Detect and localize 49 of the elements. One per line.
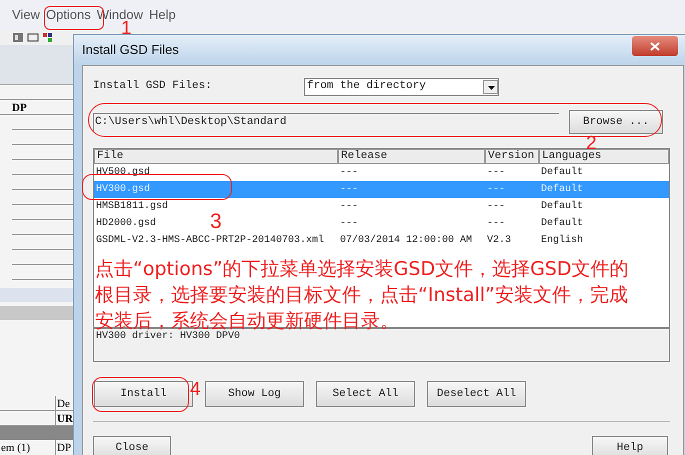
column-header: De	[55, 396, 70, 410]
annotation-number: 1	[121, 19, 132, 38]
menu-item[interactable]: View	[12, 5, 40, 25]
help-button[interactable]: Help	[592, 436, 668, 455]
table-cell: Default	[541, 184, 584, 195]
close-icon	[650, 42, 660, 50]
annotation-number: 4	[190, 380, 201, 399]
toolbar-icon[interactable]	[27, 32, 39, 43]
table-cell: ---	[340, 184, 358, 195]
description-text: HV300 driver: HV300 DPV0	[96, 331, 240, 342]
action-button[interactable]: Select All	[316, 381, 415, 407]
table-cell: Default	[541, 167, 584, 178]
table-cell[interactable]: HD2000.gsd	[96, 218, 156, 229]
column-header[interactable]: Release	[338, 149, 485, 164]
table-cell: V2.3	[487, 235, 512, 246]
menu-item[interactable]: Options	[46, 5, 91, 25]
toolbar-icon[interactable]	[42, 32, 54, 43]
table-cell: ---	[487, 218, 506, 229]
annotation-number: 3	[210, 211, 222, 232]
table-cell: ---	[487, 167, 506, 178]
column-header[interactable]: File	[94, 149, 338, 164]
close-dialog-button[interactable]: Close	[93, 436, 171, 455]
table-cell: 07/03/2014 12:00:00 AM	[340, 235, 472, 246]
source-label: Install GSD Files:	[93, 79, 213, 94]
action-button[interactable]: Show Log	[205, 381, 304, 407]
table-cell: ---	[487, 201, 506, 212]
annotation-note: 点击“options”的下拉菜单选择安装GSD文件，选择GSD文件的根目录，选择要安装的目标文件，点击“Install”安装文件，完成安装后，系统会自动更新硬件目录。	[95, 257, 630, 332]
dialog-title: Install GSD Files	[82, 41, 180, 60]
path-field[interactable]: C:\Users\whl\Desktop\Standard	[93, 112, 559, 132]
table-cell[interactable]: GSDML-V2.3-HMS-ABCC-PRT2P-20140703.xml	[96, 235, 324, 246]
action-button[interactable]: Deselect All	[427, 381, 526, 407]
dropdown-icon	[483, 80, 498, 94]
table-cell: Default	[541, 218, 584, 229]
table-cell: English	[541, 235, 584, 246]
table-cell-text: em (1)	[0, 441, 32, 455]
source-select[interactable]: from the directory	[304, 78, 499, 96]
table-cell: ---	[340, 218, 358, 229]
close-button[interactable]	[632, 36, 678, 56]
column-header[interactable]: Version	[485, 149, 539, 164]
table-cell: ---	[340, 201, 358, 212]
browse-button[interactable]: Browse ...	[569, 110, 663, 134]
panel-text: DP	[12, 102, 27, 114]
table-cell[interactable]: HMSB1811.gsd	[96, 201, 168, 212]
table-cell: ---	[340, 167, 358, 178]
menu-item[interactable]: Help	[149, 5, 176, 25]
table-cell: DP	[55, 440, 72, 455]
table-cell: Default	[541, 201, 584, 212]
table-cell: ---	[487, 184, 506, 195]
column-header[interactable]: Languages	[539, 149, 669, 164]
